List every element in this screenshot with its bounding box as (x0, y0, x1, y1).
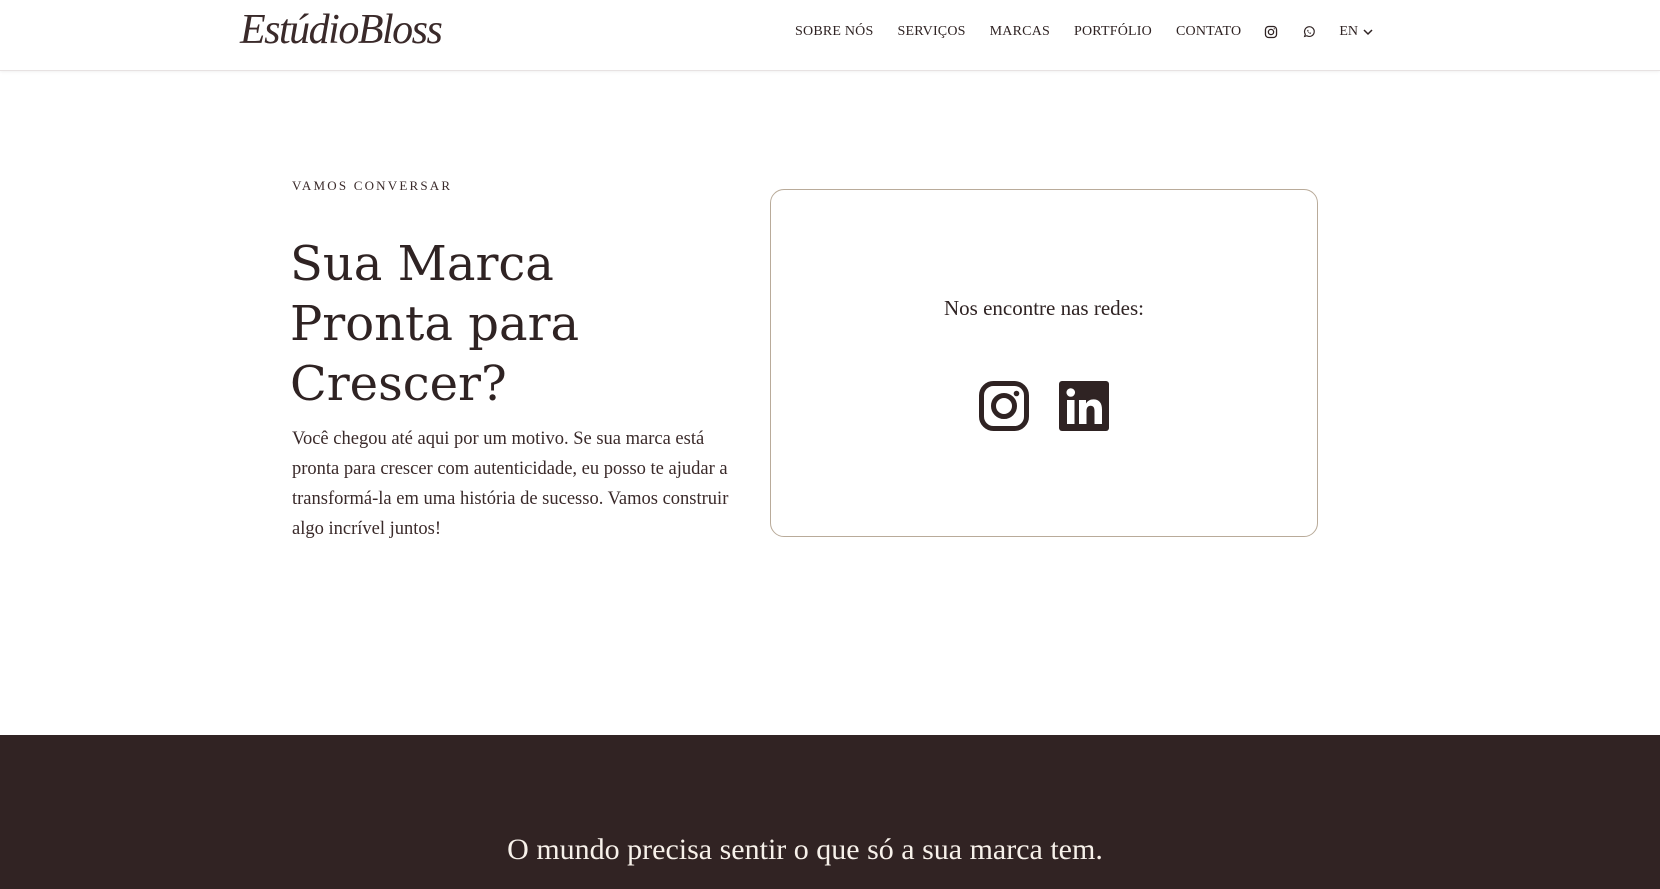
site-logo[interactable]: EstúdioBloss (240, 6, 443, 54)
intro-paragraph: Você chegou até aqui por um motivo. Se s… (292, 429, 729, 539)
nav-item-servicos[interactable]: SERVIÇOS (897, 24, 965, 40)
footer-band: O mundo precisa sentir o que só a sua ma… (0, 735, 1660, 889)
language-selector[interactable]: EN (1339, 24, 1374, 40)
nav-item-contato[interactable]: CONTATO (1176, 24, 1241, 40)
linkedin-icon[interactable] (1058, 380, 1110, 432)
instagram-icon[interactable] (978, 380, 1030, 432)
social-card: Nos encontre nas redes: (770, 189, 1318, 537)
whatsapp-icon[interactable] (1301, 24, 1317, 40)
language-label: EN (1339, 24, 1358, 39)
main-nav: SOBRE NÓS SERVIÇOS MARCAS PORTFÓLIO CONT… (771, 20, 1374, 44)
chevron-down-icon (1363, 29, 1373, 36)
social-icons (771, 380, 1317, 432)
nav-item-marcas[interactable]: MARCAS (990, 24, 1050, 40)
site-header: EstúdioBloss SOBRE NÓS SERVIÇOS MARCAS P… (0, 0, 1660, 71)
nav-item-portfolio[interactable]: PORTFÓLIO (1074, 24, 1152, 40)
page-headline: Sua Marca Pronta para Crescer? (290, 236, 580, 412)
instagram-icon[interactable] (1263, 24, 1279, 40)
section-eyebrow: VAMOS CONVERSAR (292, 178, 453, 193)
footer-tagline: O mundo precisa sentir o que só a sua ma… (507, 833, 1103, 866)
nav-item-sobre-nos[interactable]: SOBRE NÓS (795, 24, 873, 40)
social-card-title: Nos encontre nas redes: (943, 296, 1144, 320)
